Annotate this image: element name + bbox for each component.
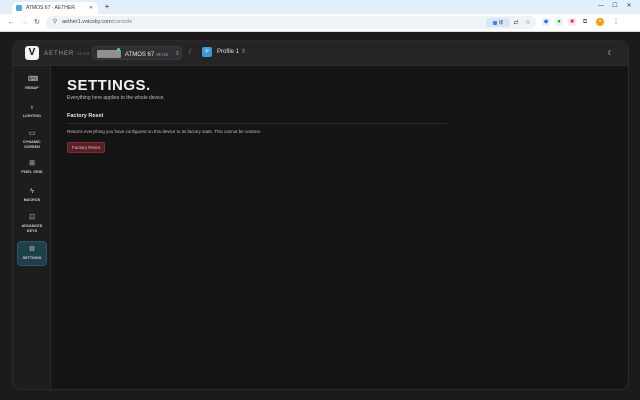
connection-status-dot [117, 48, 120, 51]
forward-arrow-icon[interactable]: → [19, 18, 29, 28]
keyboard-thumbnail-icon [97, 50, 121, 58]
tab-close-icon[interactable]: ✕ [88, 5, 94, 11]
bolt-icon: ϟ [30, 188, 34, 195]
minimize-icon[interactable]: — [596, 2, 606, 11]
tab-title: ATMOS 67 · AETHER [26, 5, 75, 11]
new-tab-button[interactable]: + [102, 2, 112, 12]
sidebar-item-macros[interactable]: ϟ MACROS [17, 188, 47, 208]
profile-chevron-updown-icon[interactable]: ⇕ [241, 49, 246, 56]
factory-reset-description: Returns everything you have configured o… [67, 129, 262, 134]
section-divider [67, 123, 447, 124]
reload-icon[interactable]: ↻ [32, 18, 42, 28]
device-selector[interactable]: ATMOS 67 8k HE ⇕ [92, 46, 182, 60]
grid-icon: ⊞ [29, 160, 35, 167]
gear-icon: ⚙ [28, 246, 36, 254]
sidebar-item-lighting[interactable]: ♁ LIGHTING [17, 104, 47, 124]
factory-reset-heading: Factory Reset [67, 113, 104, 119]
sidebar-item-remap[interactable]: ⌨ REMAP [17, 76, 47, 96]
brand: AETHER v1.2.6 [44, 51, 90, 57]
kebab-menu-icon[interactable]: ⋮ [612, 18, 620, 26]
translate-icon [492, 20, 497, 25]
profile-avatar-icon[interactable]: • [596, 18, 604, 26]
profile-badge[interactable]: P [202, 47, 212, 57]
extensions-icon[interactable]: ⧉ [581, 18, 589, 26]
translate-chip[interactable]: 译 [486, 18, 510, 27]
url-text[interactable]: aether1.voicsky.com/console [62, 19, 132, 26]
sidebar-item-dynamic-screen[interactable]: ▭ DYNAMIC SCREEN [17, 130, 47, 156]
site-favicon-icon [16, 5, 22, 11]
browser-toolbar: ← → ↻ ⚲ aether1.voicsky.com/console 译 ⇄ … [0, 14, 640, 32]
sidebar-item-settings[interactable]: ⚙ SETTINGS [17, 241, 47, 266]
profile-selector[interactable]: Profile 1 [217, 49, 239, 56]
factory-reset-button[interactable]: Factory Reset [67, 142, 105, 153]
keyboard-icon: ⌨ [28, 76, 39, 83]
sidebar: ⌨ REMAP ♁ LIGHTING ▭ DYNAMIC SCREEN ⊞ PI… [13, 66, 51, 389]
extension-b-icon[interactable]: ● [555, 18, 563, 26]
back-arrow-icon[interactable]: ← [6, 18, 16, 28]
app-header: V AETHER v1.2.6 ATMOS 67 8k HE ⇕ / P Profi… [13, 41, 628, 66]
monitor-icon: ▭ [28, 130, 36, 137]
sidebar-item-pixel-grid[interactable]: ⊞ PIXEL GRID [17, 160, 47, 180]
extension-c-icon[interactable]: ■ [568, 18, 576, 26]
sidebar-item-advanced-keys[interactable]: ⊡ ADVANCED KEYS [17, 214, 47, 240]
app-version: v1.2.6 [77, 51, 90, 56]
page-subtitle: Everything here applies to the whole dev… [67, 95, 165, 101]
device-tag: 8k HE [156, 52, 169, 57]
theme-toggle-moon-icon[interactable]: ☾ [606, 49, 615, 58]
main-content: SETTINGS. Everything here applies to the… [52, 66, 628, 389]
page-title: SETTINGS. [67, 77, 151, 94]
browser-tab[interactable]: ATMOS 67 · AETHER ✕ [12, 2, 98, 14]
site-info-icon[interactable]: ⚲ [52, 19, 58, 26]
browser-tab-strip: ATMOS 67 · AETHER ✕ + — ☐ ✕ [0, 0, 640, 14]
lightbulb-icon: ♁ [29, 104, 35, 111]
chevron-updown-icon: ⇕ [175, 51, 181, 57]
maximize-icon[interactable]: ☐ [610, 2, 620, 11]
breadcrumb-separator: / [189, 49, 191, 56]
translate-page-icon[interactable]: ⇄ [512, 19, 520, 27]
aether-logo: V [25, 46, 39, 60]
address-bar[interactable]: ⚲ aether1.voicsky.com/console 译 ⇄ ☆ [46, 16, 536, 29]
star-icon[interactable]: ☆ [524, 19, 532, 27]
advanced-key-icon: ⊡ [29, 214, 35, 221]
device-name: ATMOS 67 8k HE [125, 52, 169, 58]
close-window-icon[interactable]: ✕ [624, 2, 634, 11]
extension-a-icon[interactable]: ◆ [542, 18, 550, 26]
aether-app: V AETHER v1.2.6 ATMOS 67 8k HE ⇕ / P Profi… [12, 40, 629, 390]
